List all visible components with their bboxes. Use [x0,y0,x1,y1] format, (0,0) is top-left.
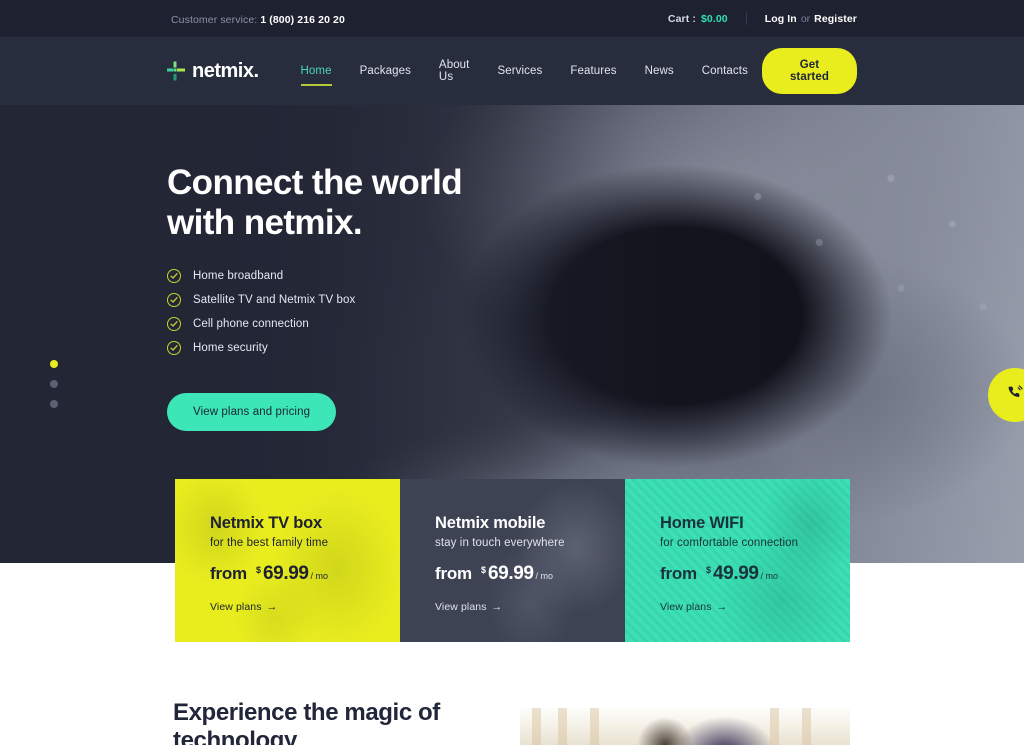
hero-slider-dots [50,360,58,420]
site-header: netmix. Home Packages About Us Services … [0,37,1024,105]
hero-feature-label: Cell phone connection [193,317,309,330]
photo-stripe [590,708,599,745]
promo-card-subtitle: stay in touch everywhere [435,537,565,549]
promo-card-price: from $ 69.99 / mo [435,563,625,585]
nav-item-packages[interactable]: Packages [346,59,425,83]
hero-content: Connect the world with netmix. Home broa… [167,163,687,431]
phone-icon [1006,384,1024,407]
vertical-divider [745,12,747,25]
price-currency: $ [480,565,486,575]
view-plans-label: View plans [210,601,262,613]
promo-card-view-plans-link[interactable]: View plans → [210,601,400,613]
price-period: / mo [310,571,329,581]
cart-total[interactable]: $0.00 [701,13,728,25]
promo-card-content: Netmix TV box for the best family time f… [210,514,400,613]
customer-service-phone[interactable]: 1 (800) 216 20 20 [260,14,345,26]
price-value: 69.99 [488,563,534,584]
top-utility-actions: Cart : $0.00 Log In or Register [668,12,857,25]
photo-stripe [558,708,567,745]
logo[interactable]: netmix. [167,60,259,83]
top-utility-bar: Customer service: 1 (800) 216 20 20 Cart … [0,0,1024,37]
cart-label: Cart : [667,12,696,25]
promo-card-title: Home WIFI [660,514,744,532]
hero-feature-item: Home security [167,340,687,355]
promo-card-content: Netmix mobile stay in touch everywhere f… [435,514,625,613]
hero-feature-item: Home broadband [167,268,687,283]
customer-service-label: Customer service: [171,13,258,26]
arrow-right-icon: → [266,601,278,613]
check-circle-icon [167,340,181,355]
check-circle-icon [167,268,181,283]
promo-card-content: Home WIFI for comfortable connection fro… [660,514,850,613]
price-value: 49.99 [713,563,759,584]
promo-card-netmix-mobile[interactable]: Netmix mobile stay in touch everywhere f… [400,479,625,642]
photo-stripe [802,708,811,745]
hero-feature-item: Cell phone connection [167,316,687,331]
promo-card-price: from $ 49.99 / mo [660,563,850,585]
page-root: Customer service: 1 (800) 216 20 20 Cart … [0,0,1024,745]
or-label: or [800,12,811,25]
price-period: / mo [760,571,779,581]
promo-card-home-wifi[interactable]: Home WIFI for comfortable connection fro… [625,479,850,642]
nav-item-about-us[interactable]: About Us [425,53,484,89]
site-header-inner: netmix. Home Packages About Us Services … [167,48,857,94]
hero-feature-list: Home broadband Satellite TV and Netmix T… [167,268,687,355]
hero-title: Connect the world with netmix. [167,163,463,242]
primary-navigation: Home Packages About Us Services Features… [287,53,762,89]
promo-card-price: from $ 69.99 / mo [210,563,400,585]
hero-feature-item: Satellite TV and Netmix TV box [167,292,687,307]
promo-card-netmix-tv-box[interactable]: Netmix TV box for the best family time f… [175,479,400,642]
check-circle-icon [167,292,181,307]
nav-item-contacts[interactable]: Contacts [688,59,762,83]
view-plans-label: View plans [435,601,487,613]
price-from-label: from [210,564,247,583]
price-currency: $ [705,565,711,575]
nav-item-features[interactable]: Features [556,59,630,83]
netmix-plus-logo-icon [167,61,185,81]
promo-card-subtitle: for the best family time [210,537,329,549]
nav-item-services[interactable]: Services [483,59,556,83]
technology-section-title: Experience the magic of technology [173,699,440,745]
price-from-label: from [660,564,697,583]
price-value: 69.99 [263,563,309,584]
promo-cards: Netmix TV box for the best family time f… [175,479,850,642]
promo-card-view-plans-link[interactable]: View plans → [435,601,625,613]
price-from-label: from [435,564,472,583]
arrow-right-icon: → [491,601,503,613]
slider-dot-1[interactable] [50,360,58,368]
arrow-right-icon: → [716,601,728,613]
view-plans-label: View plans [660,601,712,613]
nav-item-news[interactable]: News [631,59,688,83]
promo-card-view-plans-link[interactable]: View plans → [660,601,850,613]
hero-feature-label: Home security [193,341,268,354]
customer-service-block: Customer service: 1 (800) 216 20 20 [171,10,345,28]
logo-text: netmix. [192,59,259,82]
top-utility-bar-inner: Customer service: 1 (800) 216 20 20 Cart … [167,10,857,28]
photo-stripe [532,708,541,745]
promo-card-subtitle: for comfortable connection [660,537,799,549]
price-period: / mo [535,571,554,581]
hero-feature-label: Satellite TV and Netmix TV box [193,293,356,306]
check-circle-icon [167,316,181,331]
technology-section-photo [520,708,850,745]
slider-dot-2[interactable] [50,380,58,388]
price-currency: $ [255,565,261,575]
photo-stripe [770,708,779,745]
slider-dot-3[interactable] [50,400,58,408]
promo-card-title: Netmix mobile [435,514,546,532]
promo-card-title: Netmix TV box [210,514,323,532]
login-link[interactable]: Log In [765,13,797,25]
nav-item-home[interactable]: Home [287,59,346,86]
view-plans-and-pricing-button[interactable]: View plans and pricing [167,392,337,431]
register-link[interactable]: Register [814,13,857,25]
get-started-button[interactable]: Get started [761,48,857,94]
hero-feature-label: Home broadband [193,269,284,282]
